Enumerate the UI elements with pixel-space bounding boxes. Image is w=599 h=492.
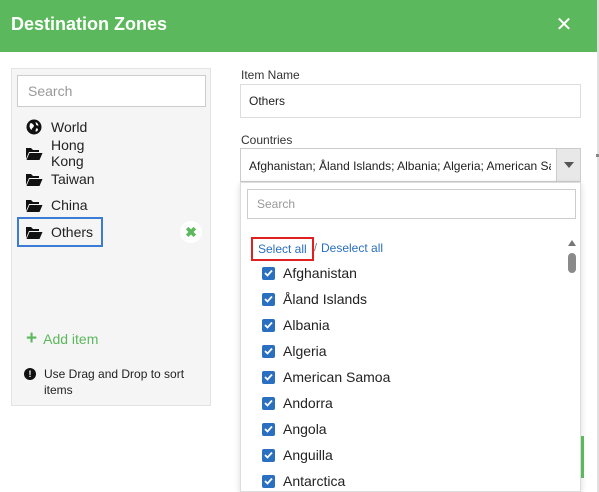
checkbox-checked-icon[interactable]: [262, 422, 275, 436]
countries-label: Countries: [241, 133, 293, 147]
zone-label: Taiwan: [51, 171, 95, 187]
item-name-input[interactable]: [240, 84, 581, 118]
drag-drop-hint: ! Use Drag and Drop to sort items: [24, 366, 206, 398]
add-item-button[interactable]: + Add item: [26, 328, 99, 349]
zones-panel: World Hong Kong Taiwan China Others ✖ + …: [11, 68, 211, 406]
country-option[interactable]: Antarctica: [262, 470, 346, 491]
zone-item-others[interactable]: Others: [17, 217, 103, 247]
folder-open-icon: [25, 145, 43, 161]
country-option[interactable]: Albania: [262, 314, 330, 336]
scroll-up-arrow-icon[interactable]: [568, 240, 576, 246]
folder-open-icon: [25, 224, 43, 240]
select-all-link[interactable]: Select all: [251, 237, 314, 261]
country-option[interactable]: Algeria: [262, 340, 327, 362]
dialog-header: Destination Zones ✕: [0, 0, 597, 52]
close-icon[interactable]: ✕: [553, 14, 575, 36]
zones-search-input[interactable]: [17, 75, 206, 107]
deselect-all-link[interactable]: Deselect all: [321, 241, 383, 255]
country-option[interactable]: Angola: [262, 418, 327, 440]
zone-item-china[interactable]: China: [17, 192, 103, 218]
country-name: Algeria: [283, 343, 327, 359]
zone-label: Hong Kong: [51, 137, 85, 169]
remove-x-icon[interactable]: ✖: [180, 221, 202, 243]
hint-text: Use Drag and Drop to sort items: [44, 367, 185, 397]
globe-icon: [25, 119, 43, 135]
dropdown-toggle[interactable]: [556, 149, 580, 181]
countries-dropdown: Select all / Deselect all Afghanistan Ål…: [240, 182, 581, 492]
checkbox-checked-icon[interactable]: [262, 396, 275, 410]
item-name-label: Item Name: [241, 68, 300, 82]
country-option[interactable]: Åland Islands: [262, 288, 367, 310]
add-item-label: Add item: [43, 331, 99, 347]
caret-down-icon: [563, 162, 574, 168]
checkbox-checked-icon[interactable]: [262, 292, 275, 306]
checkbox-checked-icon[interactable]: [262, 318, 275, 332]
dialog-title: Destination Zones: [11, 14, 168, 34]
country-name: Antarctica: [283, 473, 346, 489]
plus-icon: +: [26, 328, 38, 349]
countries-value: Afghanistan; Åland Islands; Albania; Alg…: [249, 159, 551, 173]
scrollbar-thumb[interactable]: [568, 253, 576, 273]
exclamation-icon: !: [24, 368, 36, 380]
country-name: Anguilla: [283, 447, 333, 463]
link-separator: /: [314, 242, 318, 254]
country-name: Albania: [283, 317, 330, 333]
zone-label: Others: [51, 224, 94, 240]
country-option[interactable]: Afghanistan: [262, 262, 357, 284]
zone-item-taiwan[interactable]: Taiwan: [17, 166, 103, 192]
checkbox-checked-icon[interactable]: [262, 266, 275, 280]
checkbox-checked-icon[interactable]: [262, 370, 275, 384]
country-option[interactable]: American Samoa: [262, 366, 390, 388]
countries-select[interactable]: Afghanistan; Åland Islands; Albania; Alg…: [240, 148, 581, 182]
zone-item-hong-kong[interactable]: Hong Kong: [17, 137, 103, 169]
checkbox-checked-icon[interactable]: [262, 344, 275, 358]
country-name: Andorra: [283, 395, 333, 411]
country-name: Åland Islands: [283, 291, 368, 307]
folder-open-icon: [25, 197, 43, 213]
country-name: Angola: [283, 421, 327, 437]
zone-label: China: [51, 197, 88, 213]
country-option[interactable]: Anguilla: [262, 444, 333, 466]
folder-open-icon: [25, 171, 43, 187]
checkbox-checked-icon[interactable]: [262, 448, 275, 462]
country-search-input[interactable]: [247, 189, 576, 219]
checkbox-checked-icon[interactable]: [262, 474, 275, 488]
country-option[interactable]: Andorra: [262, 392, 333, 414]
country-name: American Samoa: [283, 369, 391, 385]
zone-label: World: [51, 119, 88, 135]
country-name: Afghanistan: [283, 265, 357, 281]
save-button-edge[interactable]: [581, 436, 584, 478]
